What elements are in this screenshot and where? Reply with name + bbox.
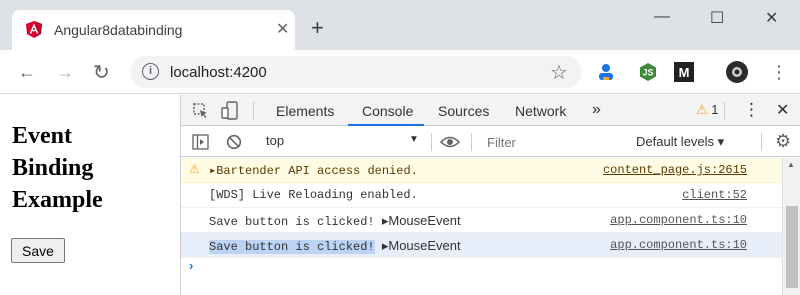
tab-title: Angular8databinding xyxy=(54,22,183,38)
scroll-thumb[interactable] xyxy=(786,206,798,288)
source-link[interactable]: content_page.js:2615 xyxy=(603,163,747,177)
gear-icon[interactable]: ⚙ xyxy=(775,131,791,152)
console-message[interactable]: Save button is clicked! ▸MouseEvent app.… xyxy=(181,208,782,233)
source-link[interactable]: app.component.ts:10 xyxy=(610,213,747,227)
person-icon[interactable] xyxy=(596,62,616,82)
divider xyxy=(761,133,762,151)
window-close-button[interactable]: ✕ xyxy=(765,8,778,28)
forward-button[interactable]: → xyxy=(56,62,74,83)
browser-toolbar: ← → ↻ i localhost:4200 ☆ JS M ⋮ xyxy=(0,50,800,94)
reload-button[interactable]: ↻ xyxy=(93,60,110,85)
console-message[interactable]: Save button is clicked! ▸MouseEvent app.… xyxy=(181,233,782,258)
console-message[interactable]: ⚠ ▸Bartender API access denied. content_… xyxy=(181,158,782,183)
console-toolbar: top ▼ Default levels ▾ ⚙ xyxy=(181,127,800,157)
save-button[interactable]: Save xyxy=(11,238,65,263)
console-output: ⚠ ▸Bartender API access denied. content_… xyxy=(181,158,782,295)
tab-close-icon[interactable]: ✕ xyxy=(276,19,289,39)
mouse-event-object[interactable]: ▸MouseEvent xyxy=(382,213,461,228)
devtools-tab-bar: Elements Console Sources Network » ⚠ 1 ⋮… xyxy=(181,95,800,126)
avatar[interactable] xyxy=(726,61,748,83)
tab-strip: Angular8databinding ✕ + — ☐ ✕ xyxy=(0,0,800,50)
message-text: Save button is clicked! ▸MouseEvent xyxy=(209,213,461,229)
new-tab-button[interactable]: + xyxy=(311,17,324,39)
message-text-main: Save button is clicked! xyxy=(209,215,375,229)
heading-line: Binding xyxy=(12,155,94,181)
message-text-main: Save button is clicked! xyxy=(209,240,375,254)
url-text[interactable]: localhost:4200 xyxy=(170,64,267,81)
message-text: Save button is clicked! ▸MouseEvent xyxy=(209,238,461,254)
devtools-panel: Elements Console Sources Network » ⚠ 1 ⋮… xyxy=(180,95,800,295)
warning-icon: ⚠ xyxy=(189,162,200,176)
divider xyxy=(724,102,725,120)
svg-text:JS: JS xyxy=(642,68,653,78)
address-bar[interactable]: i localhost:4200 ☆ xyxy=(130,56,582,88)
tab-elements[interactable]: Elements xyxy=(276,103,334,119)
divider xyxy=(471,133,472,151)
mouse-event-object[interactable]: ▸MouseEvent xyxy=(382,238,461,253)
inspect-element-icon[interactable] xyxy=(193,103,209,119)
svg-text:M: M xyxy=(679,65,690,80)
eye-icon[interactable] xyxy=(440,135,460,149)
scroll-up-icon[interactable]: ▲ xyxy=(787,160,795,169)
info-icon[interactable]: i xyxy=(142,63,159,80)
divider xyxy=(431,133,432,151)
tab-network[interactable]: Network xyxy=(515,103,566,119)
console-scrollbar[interactable]: ▲ xyxy=(782,158,800,295)
log-levels-dropdown[interactable]: Default levels ▾ xyxy=(636,134,724,150)
angular-icon xyxy=(26,21,42,38)
node-icon[interactable]: JS xyxy=(638,62,658,82)
browser-menu-icon[interactable]: ⋮ xyxy=(770,62,788,83)
more-tabs-icon[interactable]: » xyxy=(592,101,601,119)
show-sidebar-icon[interactable] xyxy=(192,134,209,150)
maximize-button[interactable]: ☐ xyxy=(710,8,724,28)
browser-tab[interactable]: Angular8databinding ✕ xyxy=(12,10,295,50)
tab-sources[interactable]: Sources xyxy=(438,103,489,119)
context-selector[interactable]: top xyxy=(266,133,426,151)
heading-line: Example xyxy=(12,187,103,213)
message-text: [WDS] Live Reloading enabled. xyxy=(209,188,418,202)
tab-console[interactable]: Console xyxy=(362,103,413,119)
message-text: ▸Bartender API access denied. xyxy=(209,164,418,178)
page-content: Event Binding Example Save xyxy=(0,95,180,295)
heading-line: Event xyxy=(12,123,72,149)
source-link[interactable]: client:52 xyxy=(682,188,747,202)
console-message[interactable]: [WDS] Live Reloading enabled. client:52 xyxy=(181,183,782,208)
minimize-button[interactable]: — xyxy=(654,8,670,26)
back-button[interactable]: ← xyxy=(18,62,36,83)
warning-count: 1 xyxy=(711,102,719,117)
warning-icon: ⚠ xyxy=(696,102,708,117)
bookmark-star-icon[interactable]: ☆ xyxy=(550,60,568,85)
filter-input[interactable] xyxy=(483,132,623,152)
medium-icon[interactable]: M xyxy=(674,62,694,82)
device-toolbar-icon[interactable] xyxy=(221,101,239,121)
source-link[interactable]: app.component.ts:10 xyxy=(610,238,747,252)
warning-counter[interactable]: ⚠ 1 xyxy=(696,102,719,118)
divider xyxy=(253,102,254,120)
clear-console-icon[interactable] xyxy=(226,134,242,150)
devtools-menu-icon[interactable]: ⋮ xyxy=(743,100,760,120)
page-title: Event Binding Example xyxy=(12,120,103,216)
active-tab-indicator xyxy=(348,124,424,126)
chevron-down-icon[interactable]: ▼ xyxy=(409,134,419,145)
console-prompt[interactable]: › xyxy=(189,258,193,273)
devtools-close-icon[interactable]: ✕ xyxy=(776,100,789,120)
